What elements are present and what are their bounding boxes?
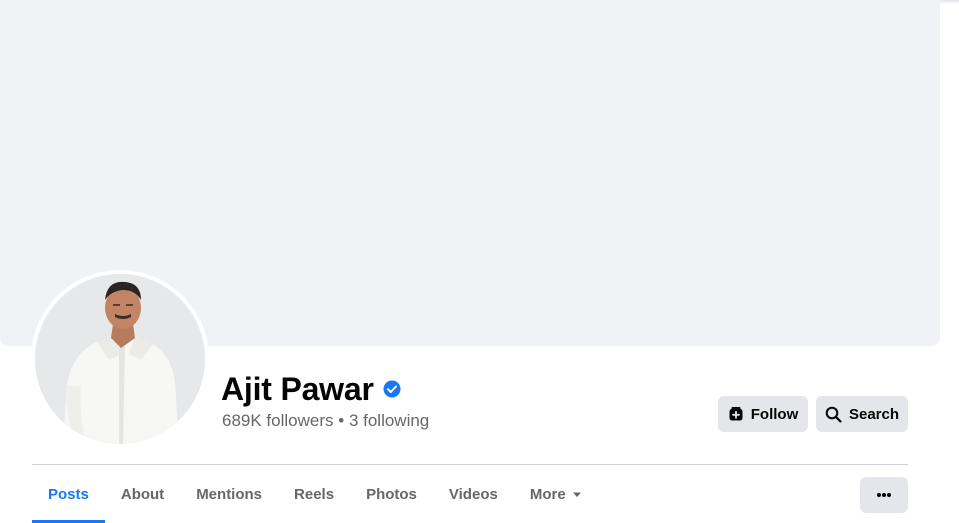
follow-label: Follow — [750, 405, 799, 423]
follow-button[interactable]: Follow — [718, 396, 808, 432]
tab-more[interactable]: More — [514, 466, 598, 523]
tab-about[interactable]: About — [105, 466, 180, 523]
search-label: Search — [848, 405, 900, 423]
tab-label: Videos — [448, 486, 498, 503]
more-options-button[interactable] — [860, 477, 908, 513]
tab-label: Photos — [366, 486, 417, 503]
followers-count[interactable]: 689K followers — [222, 411, 334, 430]
tab-label: Posts — [48, 486, 89, 503]
search-icon — [825, 406, 842, 423]
tab-label: More — [529, 486, 566, 503]
profile-name: Ajit Pawar — [221, 370, 374, 407]
tab-reels[interactable]: Reels — [278, 466, 350, 523]
ellipsis-icon — [876, 492, 892, 498]
tab-label: Reels — [294, 486, 335, 503]
profile-name-row: Ajit Pawar — [221, 369, 401, 409]
tab-label: About — [120, 486, 165, 503]
following-count[interactable]: 3 following — [349, 411, 429, 430]
caret-down-icon — [572, 486, 582, 503]
search-button[interactable]: Search — [816, 396, 908, 432]
profile-stats: 689K followers • 3 following — [222, 411, 429, 431]
profile-tabs: Posts About Mentions Reels Photos Videos… — [32, 466, 598, 523]
profile-picture[interactable] — [35, 274, 205, 444]
tab-posts[interactable]: Posts — [32, 466, 105, 523]
tab-photos[interactable]: Photos — [350, 466, 433, 523]
verified-badge-icon[interactable] — [383, 380, 401, 398]
tabs-divider — [32, 464, 908, 465]
follow-add-icon — [728, 406, 744, 422]
stats-separator: • — [338, 411, 345, 430]
profile-picture-frame[interactable] — [31, 270, 209, 448]
tab-label: Mentions — [196, 486, 263, 503]
tab-mentions[interactable]: Mentions — [180, 466, 278, 523]
tab-videos[interactable]: Videos — [433, 466, 514, 523]
